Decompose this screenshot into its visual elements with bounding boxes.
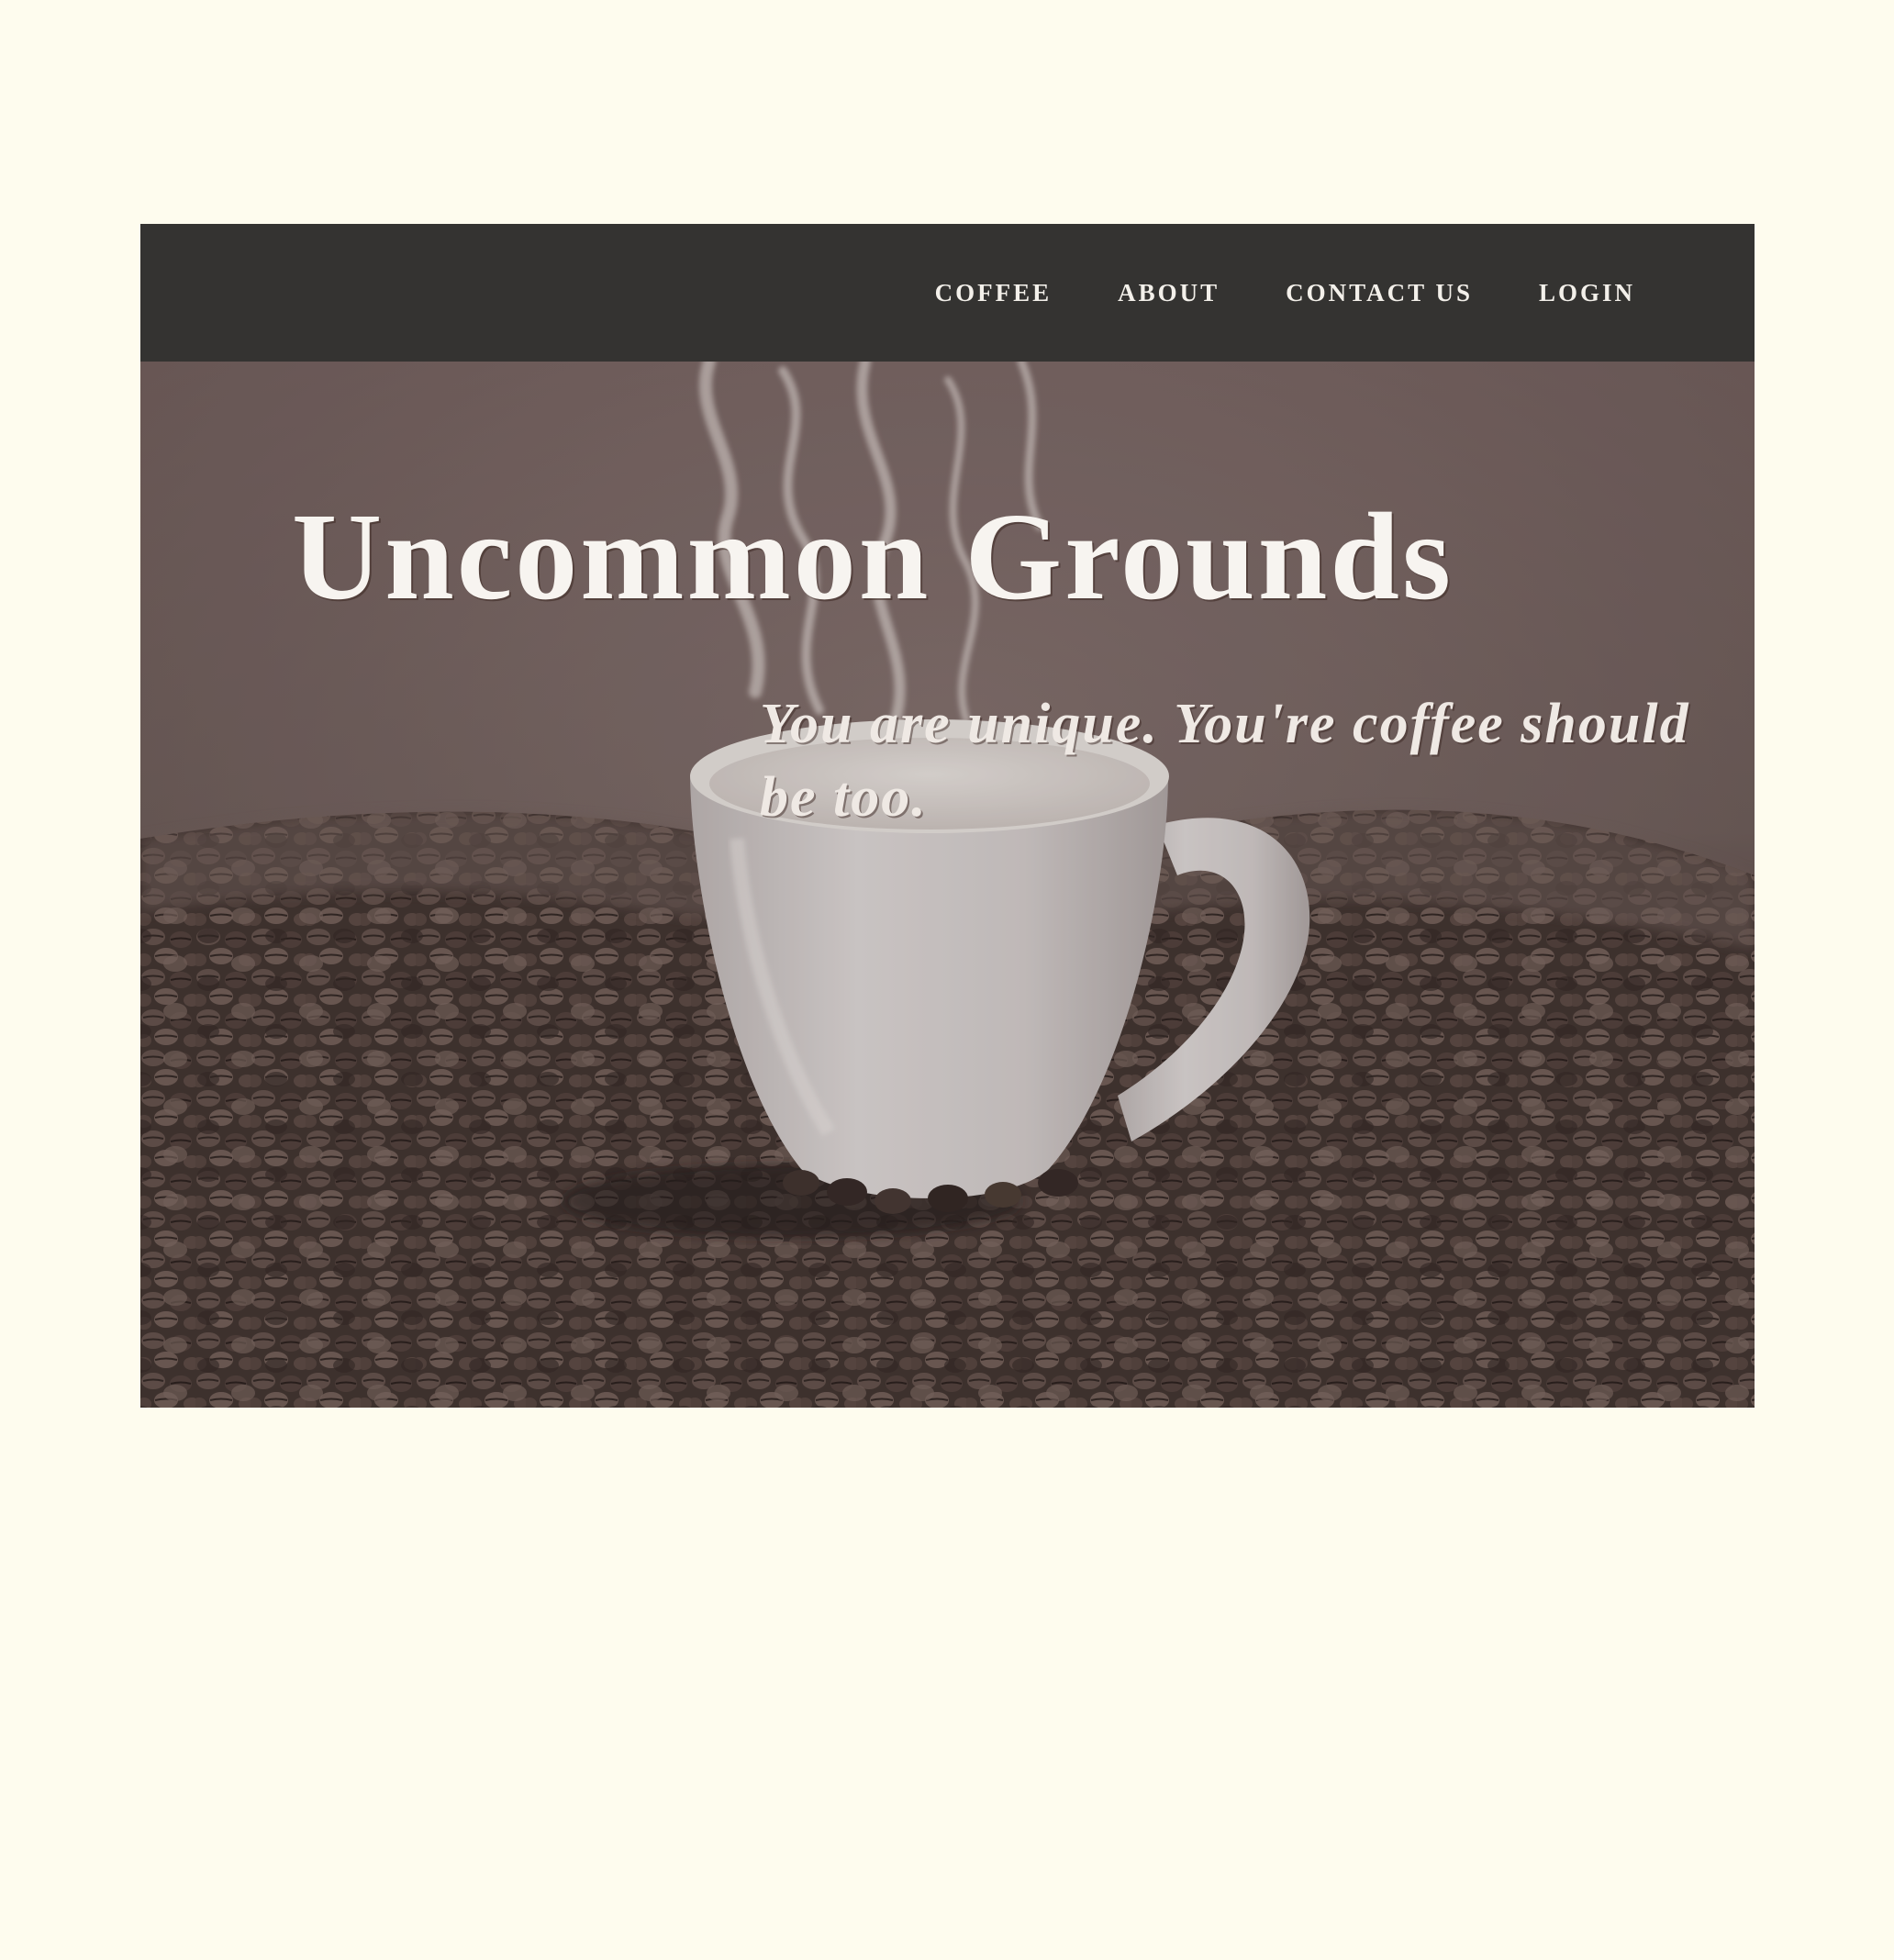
hero-tagline: You are unique. You're coffee should be …	[760, 693, 1690, 829]
nav-link-about[interactable]: ABOUT	[1118, 279, 1220, 307]
nav-link-coffee[interactable]: COFFEE	[935, 279, 1053, 307]
nav-links: COFFEE ABOUT CONTACT US LOGIN	[935, 224, 1635, 362]
navbar: COFFEE ABOUT CONTACT US LOGIN	[140, 224, 1755, 362]
site-container: COFFEE ABOUT CONTACT US LOGIN Uncommon G…	[140, 224, 1755, 1408]
nav-link-contact-us[interactable]: CONTACT US	[1286, 279, 1473, 307]
hero-title: Uncommon Grounds	[292, 488, 1454, 626]
hero-section: Uncommon Grounds You are unique. You're …	[140, 362, 1755, 1408]
nav-link-login[interactable]: LOGIN	[1539, 279, 1635, 307]
